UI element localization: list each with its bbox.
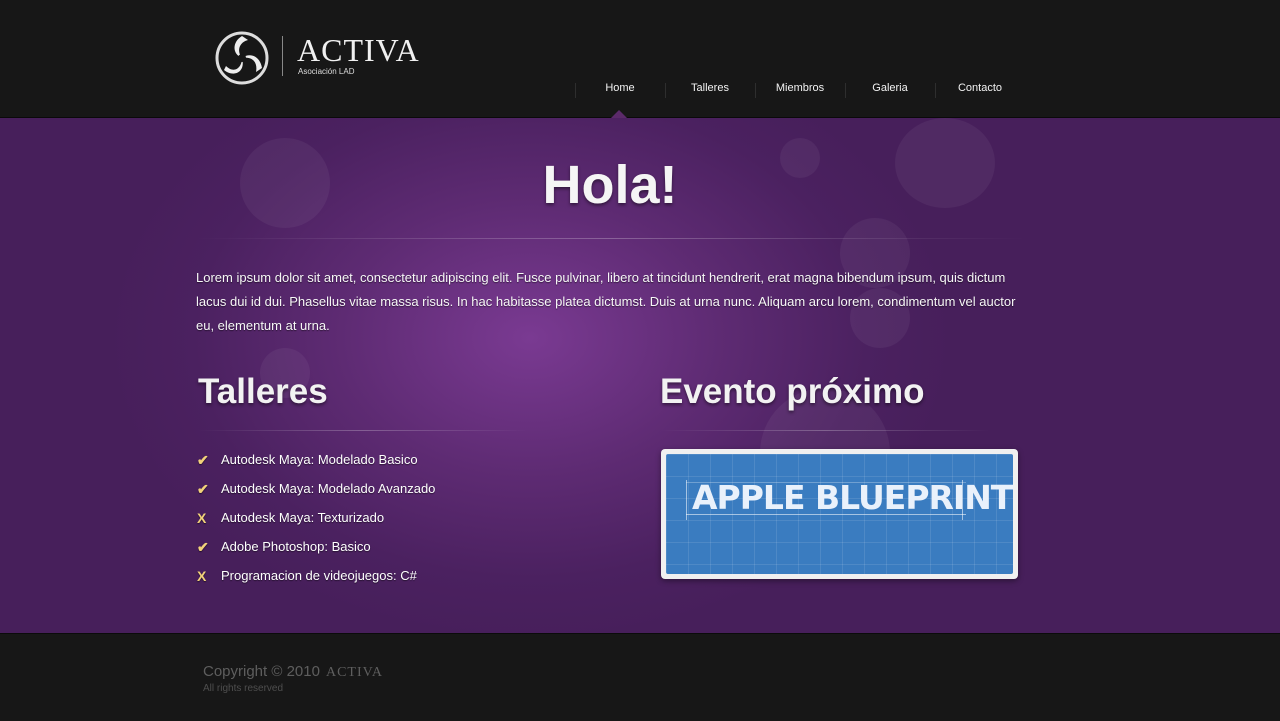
list-item[interactable]: X Programacion de videojuegos: C# [197,568,557,590]
footer-brand: ACTIVA [325,665,384,680]
blueprint-image: APPLE BLUEPRINT [666,454,1013,574]
list-item[interactable]: ✔ Autodesk Maya: Modelado Avanzado [197,481,557,503]
copyright: Copyright © 2010 ACTIVA [203,663,383,681]
event-divider [660,430,990,431]
workshop-label: Programacion de videojuegos: C# [221,568,417,583]
logo-name: ACTIVA [297,32,420,68]
list-item[interactable]: ✔ Autodesk Maya: Modelado Basico [197,452,557,474]
logo-divider [282,36,283,76]
workshop-label: Autodesk Maya: Modelado Avanzado [221,481,436,496]
blueprint-line [686,480,687,520]
x-mark-icon: X [197,510,207,526]
page-title: Hola! [542,155,678,215]
list-item[interactable]: ✔ Adobe Photoshop: Basico [197,539,557,561]
nav-item-home[interactable]: Home [575,75,665,99]
footer: Copyright © 2010 ACTIVA All rights reserv… [0,633,1280,721]
event-banner[interactable]: APPLE BLUEPRINT [661,449,1018,579]
event-banner-text: APPLE BLUEPRINT [692,478,1013,517]
workshop-label: Autodesk Maya: Modelado Basico [221,452,418,467]
check-icon: ✔ [197,539,209,555]
check-icon: ✔ [197,481,209,497]
logo-subtitle: Asociación LAD [298,67,355,76]
copyright-text: Copyright © 2010 [203,663,320,680]
main-content: Hola! Lorem ipsum dolor sit amet, consec… [0,118,1280,633]
header: ACTIVA Asociación LAD Home Talleres Miem… [0,0,1280,118]
nav-item-talleres[interactable]: Talleres [665,75,755,99]
workshop-label: Adobe Photoshop: Basico [221,539,371,554]
logo[interactable]: ACTIVA Asociación LAD [214,30,419,90]
title-divider [196,238,1026,239]
nav-item-miembros[interactable]: Miembros [755,75,845,99]
workshops-heading: Talleres [198,372,328,411]
check-icon: ✔ [197,452,209,468]
nav-item-contacto[interactable]: Contacto [935,75,1025,99]
workshops-divider [198,430,528,431]
rights-text: All rights reserved [203,683,284,694]
intro-paragraph: Lorem ipsum dolor sit amet, consectetur … [196,270,1016,333]
nav-item-galeria[interactable]: Galeria [845,75,935,99]
swirl-logo-icon [215,31,269,85]
event-heading: Evento próximo [660,372,925,411]
active-nav-pointer-icon [611,110,627,118]
x-mark-icon: X [197,568,207,584]
list-item[interactable]: X Autodesk Maya: Texturizado [197,510,557,532]
workshop-label: Autodesk Maya: Texturizado [221,510,385,525]
